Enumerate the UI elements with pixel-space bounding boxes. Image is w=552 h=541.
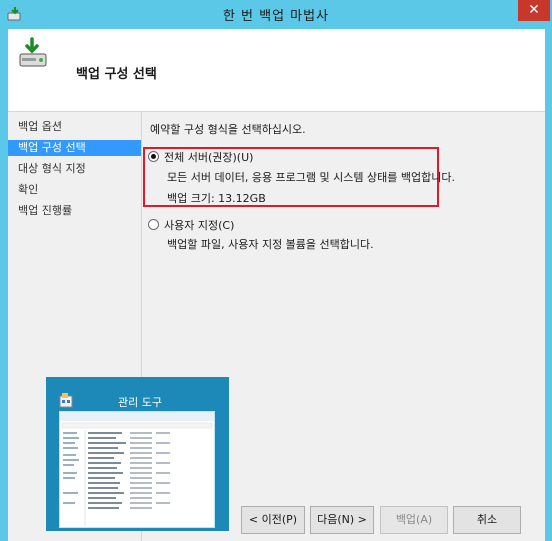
nav-item-destination-type[interactable]: 대상 형식 지정	[8, 161, 141, 177]
custom-radio[interactable]	[148, 219, 159, 230]
full-server-radio[interactable]	[148, 151, 159, 162]
window-frame-right	[545, 29, 552, 541]
instruction-text: 예약할 구성 형식을 선택하십시오.	[150, 123, 306, 136]
nav-item-backup-options[interactable]: 백업 옵션	[8, 119, 141, 135]
admin-tools-icon	[59, 393, 73, 408]
backup-size-text: 백업 크기: 13.12GB	[167, 192, 266, 205]
nav-item-confirmation[interactable]: 확인	[8, 182, 141, 198]
thumbnail-explorer-graphic	[60, 412, 214, 526]
close-button[interactable]: ✕	[518, 0, 550, 21]
backup-wizard-icon	[19, 37, 47, 67]
window-frame-left	[0, 29, 8, 541]
custom-description: 백업할 파일, 사용자 지정 볼륨을 선택합니다.	[167, 238, 374, 251]
full-server-description: 모든 서버 데이터, 응용 프로그램 및 시스템 상태를 백업합니다.	[167, 171, 455, 184]
window-title: 한 번 백업 마법사	[222, 9, 330, 24]
page-title: 백업 구성 선택	[76, 67, 157, 82]
cancel-button[interactable]: 취소	[453, 506, 521, 534]
thumbnail-title: 관리 도구	[118, 396, 162, 409]
next-button[interactable]: 다음(N) >	[310, 506, 374, 534]
backup-button[interactable]: 백업(A)	[380, 506, 448, 534]
back-button[interactable]: < 이전(P)	[241, 506, 305, 534]
thumbnail-preview	[59, 411, 215, 528]
custom-label[interactable]: 사용자 지정(C)	[164, 217, 234, 233]
nav-item-backup-progress[interactable]: 백업 진행률	[8, 203, 141, 219]
nav-item-select-configuration[interactable]: 백업 구성 선택	[8, 140, 141, 156]
full-server-label[interactable]: 전체 서버(권장)(U)	[164, 149, 253, 165]
